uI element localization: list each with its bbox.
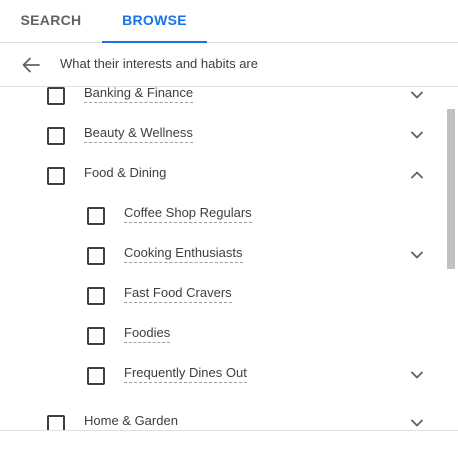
list-item-coffee-shop-regulars: Coffee Shop Regulars <box>0 195 440 235</box>
list-item-frequently-dines-out: Frequently Dines Out <box>0 355 440 395</box>
checkbox[interactable] <box>47 415 65 430</box>
arrow-left-icon <box>22 57 40 73</box>
item-label[interactable]: Foodies <box>124 325 171 343</box>
chevron-down-icon[interactable] <box>408 87 426 104</box>
item-label[interactable]: Food & Dining <box>84 165 166 182</box>
list-item-food-dining: Food & Dining <box>0 155 440 195</box>
item-label[interactable]: Banking & Finance <box>84 87 194 103</box>
checkbox[interactable] <box>47 127 65 145</box>
chevron-down-icon[interactable] <box>408 126 426 144</box>
checkbox[interactable] <box>87 327 105 345</box>
checkbox[interactable] <box>87 247 105 265</box>
category-list: Banking & Finance Beauty & Wellness Food… <box>0 87 458 430</box>
checkbox[interactable] <box>47 87 65 105</box>
item-label[interactable]: Fast Food Cravers <box>124 285 232 303</box>
scrollbar-thumb[interactable] <box>447 109 455 269</box>
list-item-foodies: Foodies <box>0 315 440 355</box>
chevron-down-icon[interactable] <box>408 246 426 264</box>
header-title: What their interests and habits are <box>60 56 258 71</box>
item-label[interactable]: Beauty & Wellness <box>84 125 193 143</box>
list-item-home-garden: Home & Garden <box>0 403 440 430</box>
item-label[interactable]: Frequently Dines Out <box>124 365 247 383</box>
list-item-fast-food-cravers: Fast Food Cravers <box>0 275 440 315</box>
list-item-beauty-wellness: Beauty & Wellness <box>0 115 440 155</box>
item-label[interactable]: Home & Garden <box>84 413 178 430</box>
checkbox[interactable] <box>87 287 105 305</box>
list-item-cooking-enthusiasts: Cooking Enthusiasts <box>0 235 440 275</box>
chevron-up-icon[interactable] <box>408 166 426 184</box>
scrollbar[interactable] <box>444 87 456 430</box>
tab-browse[interactable]: BROWSE <box>102 0 207 43</box>
tab-bar: SEARCH BROWSE <box>0 0 458 43</box>
checkbox[interactable] <box>87 207 105 225</box>
audience-browser-panel: SEARCH BROWSE What their interests and h… <box>0 0 458 465</box>
chevron-down-icon[interactable] <box>408 414 426 430</box>
item-label[interactable]: Cooking Enthusiasts <box>124 245 243 263</box>
item-label[interactable]: Coffee Shop Regulars <box>124 205 252 223</box>
bottom-divider <box>0 430 458 431</box>
list-item-banking-finance: Banking & Finance <box>0 87 440 115</box>
back-button[interactable] <box>18 52 44 78</box>
chevron-down-icon[interactable] <box>408 366 426 384</box>
tab-search[interactable]: SEARCH <box>0 0 102 43</box>
checkbox[interactable] <box>47 167 65 185</box>
category-header: What their interests and habits are <box>0 43 458 87</box>
checkbox[interactable] <box>87 367 105 385</box>
